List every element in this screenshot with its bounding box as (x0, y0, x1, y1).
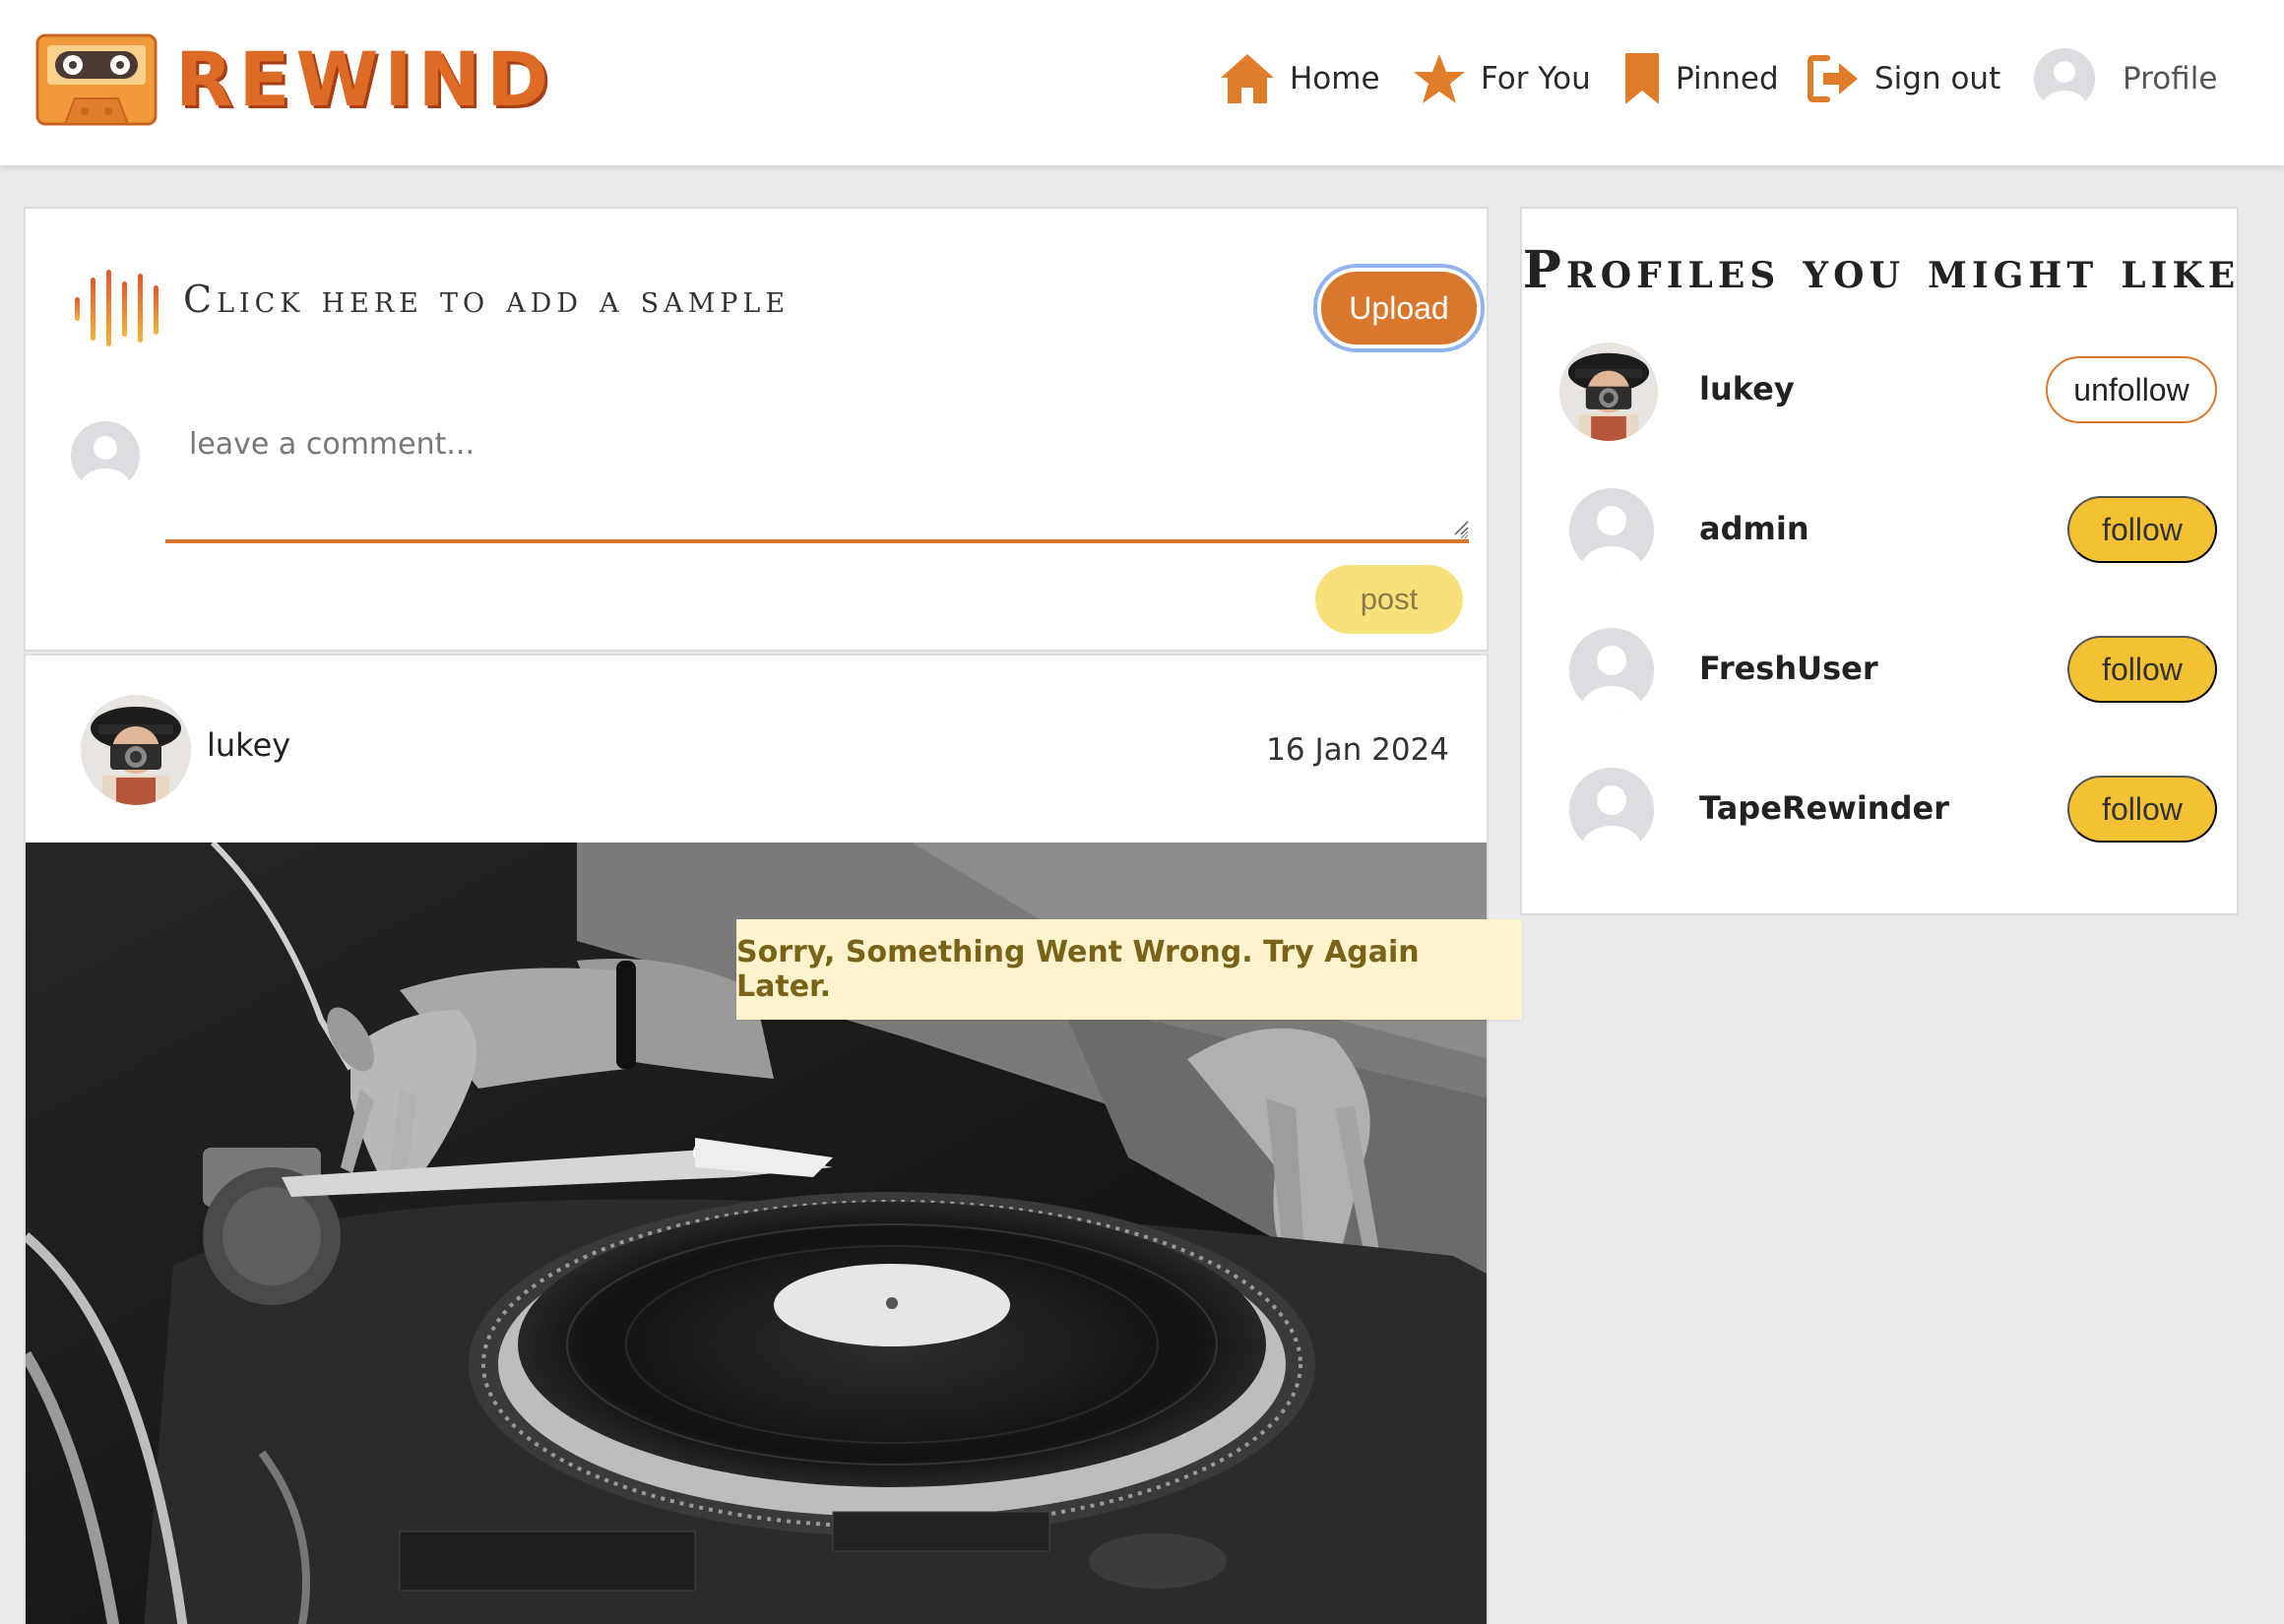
user-avatar-icon[interactable] (1569, 768, 1654, 852)
suggested-profile-row: FreshUser follow (1522, 616, 2241, 724)
sound-wave-icon[interactable] (71, 268, 165, 348)
suggested-profile-row: admin follow (1522, 476, 2241, 585)
brand-name: REWIND (175, 35, 555, 123)
user-avatar-icon (2034, 48, 2095, 109)
nav-pinned-label: Pinned (1676, 61, 1779, 96)
nav-profile-label: Profile (2123, 61, 2218, 96)
user-avatar-icon (71, 421, 140, 490)
follow-button[interactable]: follow (2067, 776, 2217, 843)
follow-button[interactable]: follow (2067, 496, 2217, 563)
nav-for-you-link[interactable]: For You (1412, 49, 1591, 108)
upload-button[interactable]: Upload (1317, 268, 1481, 348)
sample-composer: Click here to add a sample Upload post (24, 207, 1489, 652)
nav-home-link[interactable]: Home (1219, 49, 1380, 108)
profile-avatar[interactable] (1559, 343, 1658, 441)
nav-profile-link[interactable]: Profile (2034, 48, 2218, 109)
home-icon (1221, 54, 1274, 103)
post-author-avatar[interactable] (81, 695, 191, 805)
post-date: 16 Jan 2024 (1266, 732, 1449, 768)
suggested-profiles-title: Profiles you might like (1522, 240, 2241, 300)
cassette-logo-icon (35, 33, 158, 126)
bookmark-icon (1625, 53, 1659, 104)
sign-out-icon (1808, 55, 1858, 102)
user-avatar-icon[interactable] (1569, 628, 1654, 713)
unfollow-button[interactable]: unfollow (2046, 356, 2217, 423)
nav-pinned-link[interactable]: Pinned (1622, 49, 1779, 108)
post-author-name[interactable]: lukey (207, 726, 290, 764)
comment-input[interactable] (165, 406, 1469, 543)
post-button[interactable]: post (1315, 565, 1463, 634)
follow-button[interactable]: follow (2067, 636, 2217, 703)
nav-sign-out-link[interactable]: Sign out (1808, 49, 2000, 108)
suggested-profile-row: TapeRewinder follow (1522, 756, 2241, 864)
brand[interactable]: REWIND (35, 33, 554, 126)
suggested-profiles-panel: Profiles you might like lukey unfollow a… (1520, 207, 2239, 915)
profile-name[interactable]: lukey (1699, 370, 1795, 407)
profile-name[interactable]: admin (1699, 510, 1809, 547)
star-icon (1414, 54, 1465, 103)
suggested-profile-row: lukey unfollow (1522, 337, 2241, 445)
error-toast: Sorry, Something Went Wrong. Try Again L… (736, 919, 1522, 1020)
nav-home-label: Home (1290, 61, 1380, 96)
top-navbar: REWIND Home For You Pinned Sign out Prof… (0, 0, 2284, 165)
user-avatar-icon[interactable] (1569, 488, 1654, 573)
post-card: lukey 16 Jan 2024 (24, 654, 1489, 1624)
profile-name[interactable]: FreshUser (1699, 650, 1878, 687)
add-sample-prompt[interactable]: Click here to add a sample (183, 278, 790, 321)
resize-handle-icon[interactable] (1453, 520, 1469, 535)
profile-name[interactable]: TapeRewinder (1699, 789, 1949, 827)
nav-sign-out-label: Sign out (1874, 61, 2001, 96)
nav-for-you-label: For You (1481, 61, 1591, 96)
